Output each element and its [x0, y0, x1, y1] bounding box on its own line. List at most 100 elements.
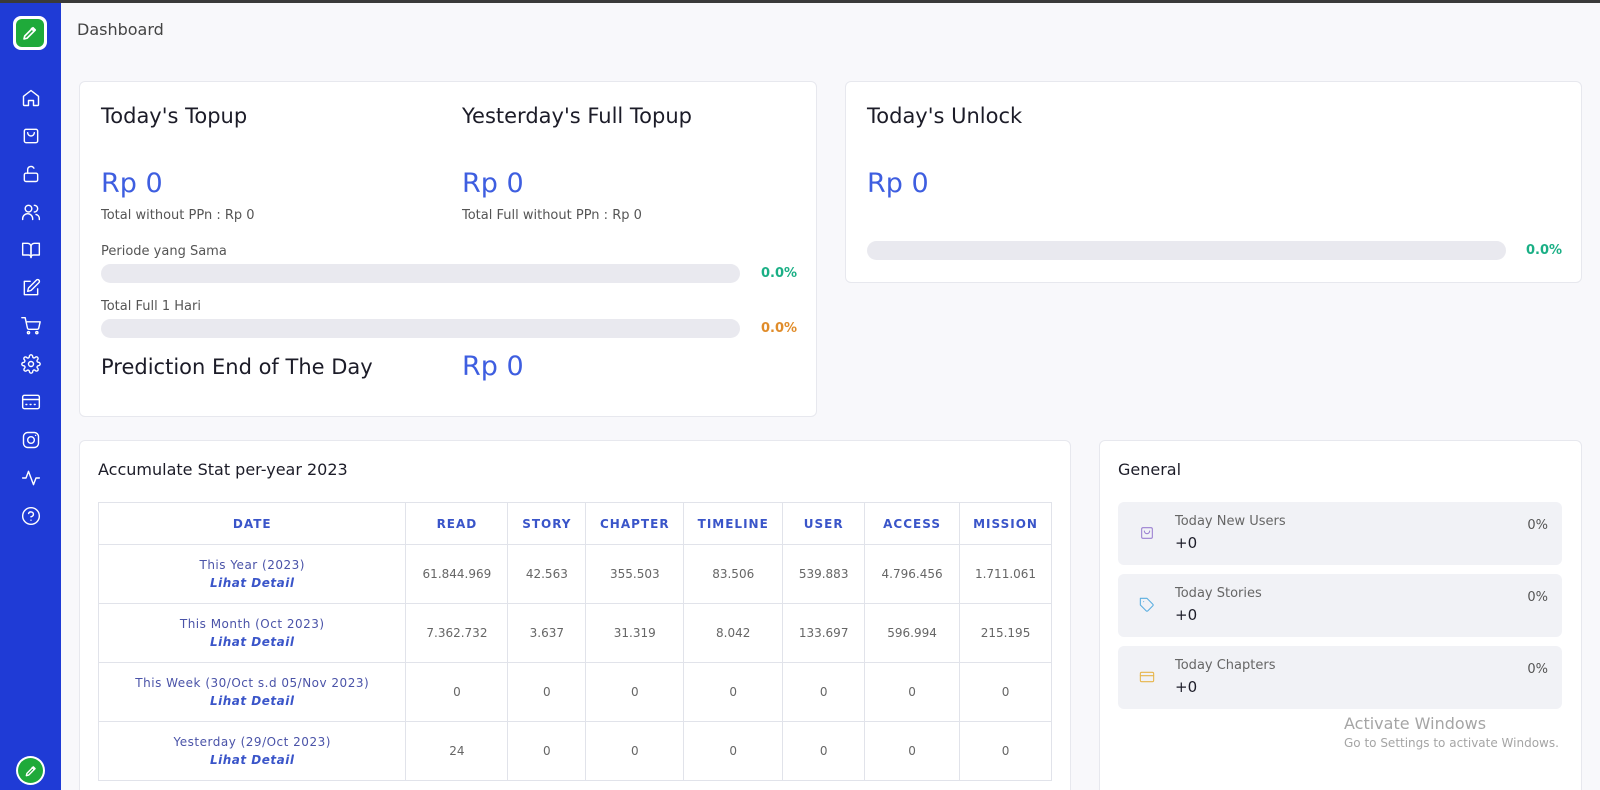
sidebar-item-home[interactable] [0, 79, 61, 117]
timeline-cell: 0 [683, 662, 784, 722]
sidebar-item-shop[interactable] [0, 117, 61, 155]
table-row: This Year (2023) Lihat Detail 61.844.969… [97, 544, 1052, 604]
column-header-story: STORY [507, 502, 587, 545]
pen-logo-icon [18, 758, 43, 783]
general-title: General [1118, 460, 1182, 479]
book-open-icon [21, 242, 40, 259]
mission-cell: 0 [959, 662, 1052, 722]
today-new-users-item[interactable]: Today New Users +0 0% [1118, 502, 1562, 565]
edit-icon [23, 278, 40, 296]
full-day-progress-bar [101, 319, 740, 338]
row-date-label: This Month (Oct 2023) [179, 617, 325, 631]
sidebar-item-edit[interactable] [0, 269, 61, 307]
row-date-cell: This Year (2023) Lihat Detail [97, 544, 407, 604]
sidebar-item-settings[interactable] [0, 345, 61, 383]
story-cell: 3.637 [507, 603, 587, 663]
unlock-progress-bar [867, 241, 1506, 260]
full-day-percent: 0.0% [761, 321, 798, 336]
lihat-detail-link[interactable]: Lihat Detail [99, 574, 405, 592]
unlock-value: Rp 0 [867, 168, 929, 199]
unlock-percent: 0.0% [1526, 243, 1563, 258]
today-stories-item[interactable]: Today Stories +0 0% [1118, 574, 1562, 637]
periode-label: Periode yang Sama [101, 244, 227, 259]
table-row: Yesterday (29/Oct 2023) Lihat Detail 24 … [97, 721, 1052, 781]
today-topup-subtotal: Total without PPn : Rp 0 [101, 208, 255, 223]
cart-icon [20, 316, 41, 335]
user-cell: 0 [782, 721, 866, 781]
activity-icon [21, 470, 40, 486]
table-header-row: DATE READ STORY CHAPTER TIMELINE USER AC… [97, 502, 1052, 545]
shopping-bag-icon [23, 128, 38, 144]
yesterday-topup-title: Yesterday's Full Topup [462, 104, 692, 128]
chapter-cell: 31.319 [585, 603, 685, 663]
sidebar-item-layout[interactable] [0, 383, 61, 421]
general-item-value: +0 [1175, 678, 1198, 696]
sidebar-item-instagram[interactable] [0, 421, 61, 459]
sidebar-item-cart[interactable] [0, 307, 61, 345]
app-logo[interactable] [13, 16, 47, 50]
sidebar-item-activity[interactable] [0, 459, 61, 497]
yesterday-topup-subtotal: Total Full without PPn : Rp 0 [462, 208, 642, 223]
instagram-icon [22, 431, 39, 449]
sidebar [0, 3, 61, 790]
story-cell: 0 [507, 662, 587, 722]
pen-logo-icon [16, 19, 44, 47]
mission-cell: 0 [959, 721, 1052, 781]
lihat-detail-link[interactable]: Lihat Detail [99, 692, 405, 710]
row-date-cell: This Week (30/Oct s.d 05/Nov 2023) Lihat… [97, 662, 407, 722]
sidebar-item-users[interactable] [0, 193, 61, 231]
read-cell: 0 [405, 662, 509, 722]
timeline-cell: 0 [683, 721, 784, 781]
sidebar-item-help[interactable] [0, 497, 61, 535]
timeline-cell: 8.042 [683, 603, 784, 663]
yesterday-topup-value: Rp 0 [462, 168, 524, 199]
table-row: This Month (Oct 2023) Lihat Detail 7.362… [97, 603, 1052, 663]
accumulate-title: Accumulate Stat per-year 2023 [98, 460, 348, 479]
user-avatar[interactable] [16, 756, 45, 785]
chapter-cell: 0 [585, 662, 685, 722]
unlock-card: Today's Unlock Rp 0 0.0% [845, 81, 1582, 283]
access-cell: 596.994 [864, 603, 961, 663]
card-icon [1139, 669, 1155, 685]
today-chapters-item[interactable]: Today Chapters +0 0% [1118, 646, 1562, 709]
periode-progress-bar [101, 264, 740, 283]
column-header-user: USER [782, 502, 866, 545]
column-header-chapter: CHAPTER [585, 502, 685, 545]
column-header-read: READ [405, 502, 509, 545]
settings-icon [20, 354, 41, 374]
help-icon [21, 506, 40, 526]
general-item-label: Today Stories [1175, 586, 1262, 601]
general-item-value: +0 [1175, 534, 1198, 552]
read-cell: 61.844.969 [405, 544, 509, 604]
column-header-timeline: TIMELINE [683, 502, 784, 545]
today-topup-value: Rp 0 [101, 168, 163, 199]
row-date-label: This Week (30/Oct s.d 05/Nov 2023) [135, 676, 370, 690]
general-item-label: Today New Users [1175, 514, 1286, 529]
chapter-cell: 0 [585, 721, 685, 781]
column-header-mission: MISSION [959, 502, 1052, 545]
activate-windows-watermark: Activate Windows Go to Settings to activ… [1344, 714, 1559, 750]
unlock-title: Today's Unlock [867, 104, 1023, 128]
bag-icon [1139, 525, 1155, 541]
column-header-date: DATE [97, 502, 407, 545]
read-cell: 24 [405, 721, 509, 781]
row-date-cell: This Month (Oct 2023) Lihat Detail [97, 603, 407, 663]
lihat-detail-link[interactable]: Lihat Detail [99, 633, 405, 651]
sidebar-item-unlock[interactable] [0, 155, 61, 193]
access-cell: 4.796.456 [864, 544, 961, 604]
general-item-percent: 0% [1527, 662, 1548, 677]
user-cell: 539.883 [782, 544, 866, 604]
row-date-label: This Year (2023) [199, 558, 305, 572]
topup-card: Today's Topup Yesterday's Full Topup Rp … [79, 81, 817, 417]
page-title: Dashboard [77, 20, 164, 39]
general-item-value: +0 [1175, 606, 1198, 624]
chapter-cell: 355.503 [585, 544, 685, 604]
lihat-detail-link[interactable]: Lihat Detail [99, 751, 405, 769]
sidebar-item-stories[interactable] [0, 231, 61, 269]
general-item-label: Today Chapters [1175, 658, 1276, 673]
full-day-label: Total Full 1 Hari [101, 299, 201, 314]
prediction-value: Rp 0 [462, 351, 524, 382]
watermark-subtitle: Go to Settings to activate Windows. [1344, 736, 1559, 750]
card-layout-icon [21, 394, 40, 410]
story-cell: 0 [507, 721, 587, 781]
